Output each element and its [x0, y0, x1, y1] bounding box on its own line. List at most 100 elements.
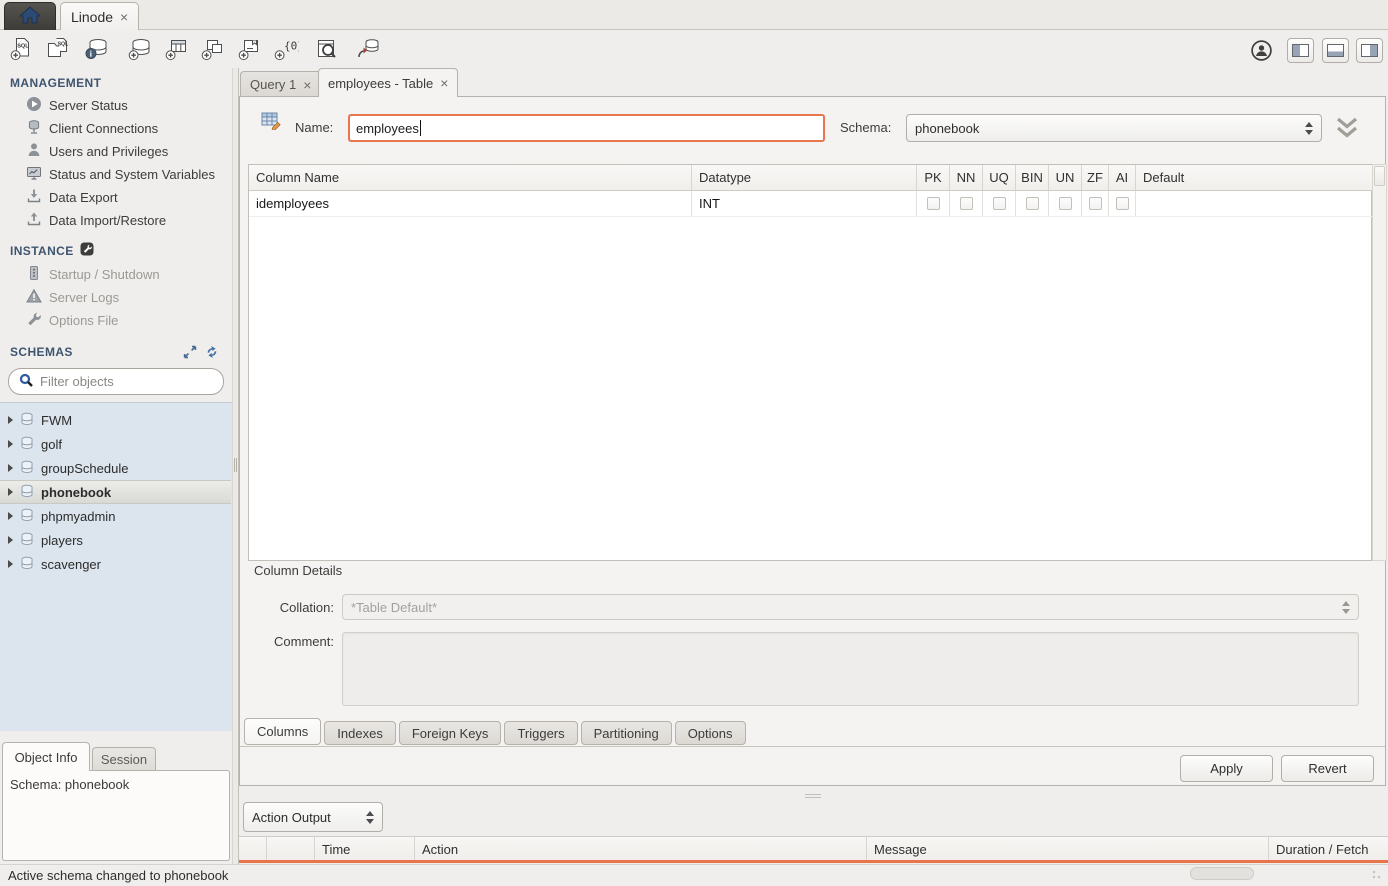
output-index-header: [267, 837, 315, 861]
search-table-data-icon[interactable]: [314, 36, 340, 62]
action-header[interactable]: Action: [415, 837, 867, 861]
column-name-header[interactable]: Column Name: [249, 165, 692, 191]
tab-indexes[interactable]: Indexes: [324, 721, 396, 745]
tab-session[interactable]: Session: [92, 747, 156, 771]
output-header-row: Time Action Message Duration / Fetch: [239, 836, 1388, 860]
output-view-select[interactable]: Action Output: [243, 802, 383, 832]
sidebar-item-data-export[interactable]: Data Export: [26, 187, 118, 207]
resize-grip[interactable]: [1372, 870, 1384, 882]
status-text: Active schema changed to phonebook: [8, 868, 228, 883]
horizontal-scrollbar[interactable]: [1190, 867, 1254, 880]
revert-button[interactable]: Revert: [1281, 755, 1374, 782]
uq-checkbox[interactable]: [993, 197, 1006, 210]
nn-checkbox[interactable]: [960, 197, 973, 210]
expand-schemas-icon[interactable]: [183, 345, 197, 362]
un-checkbox[interactable]: [1059, 197, 1072, 210]
ai-checkbox[interactable]: [1116, 197, 1129, 210]
duration-fetch-header[interactable]: Duration / Fetch: [1269, 837, 1388, 861]
tab-foreign-keys[interactable]: Foreign Keys: [399, 721, 502, 745]
datatype-header[interactable]: Datatype: [692, 165, 917, 191]
table-name-input[interactable]: employees: [348, 114, 825, 142]
comment-textarea[interactable]: [342, 632, 1359, 706]
sidebar-item-data-import[interactable]: Data Import/Restore: [26, 210, 166, 230]
column-name-cell[interactable]: idemployees: [249, 191, 692, 217]
default-cell[interactable]: [1136, 191, 1372, 217]
sidebar-item-server-status[interactable]: Server Status: [26, 95, 128, 115]
bin-header[interactable]: BIN: [1016, 165, 1049, 191]
tab-options[interactable]: Options: [675, 721, 746, 745]
ai-header[interactable]: AI: [1109, 165, 1136, 191]
schema-row-players[interactable]: players: [0, 528, 231, 552]
schema-label: golf: [41, 437, 62, 452]
expand-header-chevron-icon[interactable]: [1334, 116, 1360, 143]
sidebar-item-startup-shutdown[interactable]: Startup / Shutdown: [26, 264, 160, 284]
apply-button[interactable]: Apply: [1180, 755, 1273, 782]
stepper-icon[interactable]: [1305, 122, 1313, 135]
pk-checkbox[interactable]: [927, 197, 940, 210]
expander-icon[interactable]: [8, 416, 13, 424]
bin-checkbox[interactable]: [1026, 197, 1039, 210]
create-procedure-icon[interactable]: [237, 36, 263, 62]
filter-objects-input[interactable]: Filter objects: [8, 368, 224, 395]
uq-header[interactable]: UQ: [983, 165, 1016, 191]
schema-row-golf[interactable]: golf: [0, 432, 231, 456]
open-sql-script-icon[interactable]: SQL: [45, 36, 71, 62]
assistant-icon[interactable]: [1248, 37, 1274, 63]
schema-row-groupschedule[interactable]: groupSchedule: [0, 456, 231, 480]
collation-select[interactable]: *Table Default*: [342, 594, 1359, 620]
schema-row-fwm[interactable]: FWM: [0, 408, 231, 432]
home-tab[interactable]: [4, 2, 56, 30]
close-icon[interactable]: ×: [440, 76, 448, 90]
schema-select[interactable]: phonebook: [906, 114, 1322, 142]
expander-icon[interactable]: [8, 464, 13, 472]
connection-tab[interactable]: Linode ×: [60, 2, 139, 30]
tab-query-1[interactable]: Query 1 ×: [240, 71, 321, 97]
create-function-icon[interactable]: {0}: [273, 36, 299, 62]
toggle-right-panel-icon[interactable]: [1356, 38, 1383, 63]
sidebar-item-options-file[interactable]: Options File: [26, 310, 118, 330]
grid-vertical-scrollbar[interactable]: [1372, 164, 1387, 561]
schema-icon: [20, 460, 34, 477]
schema-row-scavenger[interactable]: scavenger: [0, 552, 231, 576]
scrollbar-thumb[interactable]: [1374, 166, 1385, 186]
zf-header[interactable]: ZF: [1082, 165, 1109, 191]
expander-icon[interactable]: [8, 560, 13, 568]
expander-icon[interactable]: [8, 536, 13, 544]
nn-header[interactable]: NN: [950, 165, 983, 191]
pk-header[interactable]: PK: [917, 165, 950, 191]
zf-checkbox[interactable]: [1089, 197, 1102, 210]
new-sql-editor-icon[interactable]: SQL: [8, 36, 34, 62]
datatype-cell[interactable]: INT: [692, 191, 917, 217]
sidebar-item-server-logs[interactable]: Server Logs: [26, 287, 119, 307]
refresh-schemas-icon[interactable]: [205, 345, 219, 362]
tab-columns[interactable]: Columns: [244, 718, 321, 745]
expander-icon[interactable]: [8, 512, 13, 520]
close-icon[interactable]: ×: [303, 78, 311, 92]
create-schema-icon[interactable]: [127, 36, 153, 62]
output-splitter-grip[interactable]: [805, 794, 821, 798]
stepper-icon[interactable]: [366, 811, 374, 824]
reconnect-db-icon[interactable]: [355, 36, 381, 62]
expander-icon[interactable]: [8, 440, 13, 448]
toggle-bottom-panel-icon[interactable]: [1322, 38, 1349, 63]
message-header[interactable]: Message: [867, 837, 1269, 861]
tab-partitioning[interactable]: Partitioning: [581, 721, 672, 745]
create-table-icon[interactable]: [164, 36, 190, 62]
sidebar-item-client-connections[interactable]: Client Connections: [26, 118, 158, 138]
sidebar-item-status-variables[interactable]: Status and System Variables: [26, 164, 215, 184]
tab-triggers[interactable]: Triggers: [504, 721, 577, 745]
create-view-icon[interactable]: [200, 36, 226, 62]
sidebar-item-users-privileges[interactable]: Users and Privileges: [26, 141, 168, 161]
schema-row-phonebook[interactable]: phonebook: [0, 480, 231, 504]
sidebar-splitter[interactable]: [232, 68, 239, 864]
un-header[interactable]: UN: [1049, 165, 1082, 191]
tab-object-info[interactable]: Object Info: [2, 742, 90, 771]
toggle-left-panel-icon[interactable]: [1287, 38, 1314, 63]
default-header[interactable]: Default: [1136, 165, 1372, 191]
tab-employees-table[interactable]: employees - Table ×: [318, 68, 458, 97]
expander-icon[interactable]: [8, 488, 13, 496]
schema-row-phpmyadmin[interactable]: phpmyadmin: [0, 504, 231, 528]
close-icon[interactable]: ×: [120, 10, 128, 24]
time-header[interactable]: Time: [315, 837, 415, 861]
db-info-icon[interactable]: i: [84, 36, 110, 62]
